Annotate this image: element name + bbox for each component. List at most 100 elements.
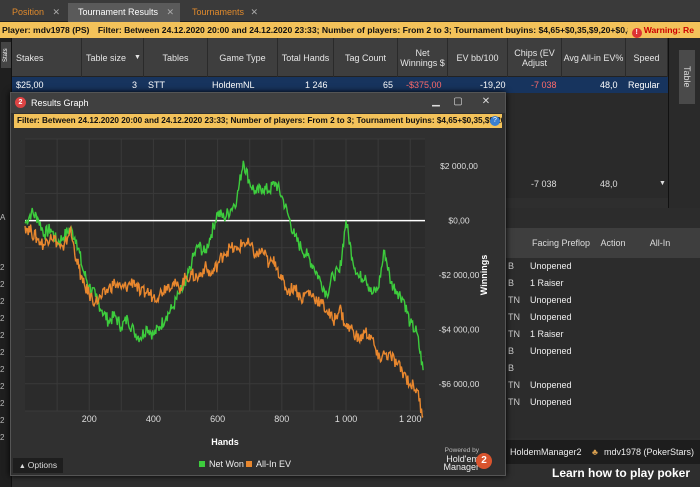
facing-cell: Unopened <box>530 261 572 271</box>
legend-allin-ev[interactable]: All-In EV <box>246 459 291 469</box>
warning-icon: ! <box>631 28 642 38</box>
status-bar: HoldemManager2 ♣ mdv1978 (PokerStars) <box>500 440 700 464</box>
collapse-icon: ▲ <box>18 463 28 470</box>
tab-label: Tournaments <box>192 7 245 17</box>
list-item[interactable]: B Unopened <box>500 258 670 275</box>
tab-tournament-results[interactable]: Tournament Results ✕ <box>68 3 180 22</box>
hm2-logo-icon: 2 <box>476 453 492 469</box>
filter-bar[interactable]: Player: mdv1978 (PS) Filter: Between 24.… <box>0 22 700 38</box>
maximize-icon[interactable]: ▢ <box>449 95 467 109</box>
cell-stakes: $25,00 <box>16 80 44 90</box>
chevron-down-icon[interactable]: ▼ <box>659 176 666 192</box>
col-tables[interactable]: Tables <box>144 38 208 77</box>
results-chart: 200 400 600 800 1 000 1 200 $2 000,00 $0,00 -$2 … <box>24 138 489 447</box>
list-item[interactable]: TN 1 Raiser <box>500 326 670 343</box>
player-icon: ♣ <box>592 447 598 457</box>
hands-table-header: Facing Preflop Action All-In <box>500 228 700 258</box>
filter-text: Filter: Between 24.12.2020 20:00 and 24.… <box>97 25 693 35</box>
hands-table: Facing Preflop Action All-In B Unopened B… <box>500 208 700 438</box>
cell-net-winnings: -$375,00 <box>406 80 442 90</box>
col-stakes[interactable]: Stakes <box>12 38 82 77</box>
cell-avg-allin-ev: 48,0 <box>600 80 618 90</box>
col-speed[interactable]: Speed <box>626 38 668 77</box>
facing-cell: Unopened <box>530 312 572 322</box>
close-icon[interactable]: ✕ <box>166 3 174 22</box>
col-all-in[interactable]: All-In <box>632 228 688 258</box>
minimize-icon[interactable]: ▁ <box>427 95 445 109</box>
tab-tournaments[interactable]: Tournaments ✕ <box>182 3 264 22</box>
list-item[interactable]: TN Unopened <box>500 394 670 411</box>
position-cell: TN <box>508 397 520 407</box>
col-action[interactable]: Action <box>596 228 630 258</box>
col-tag-count[interactable]: Tag Count <box>334 38 398 77</box>
facing-cell: 1 Raiser <box>530 278 564 288</box>
cell-total-hands: 1 246 <box>305 80 328 90</box>
app-name: HoldemManager2 <box>510 447 582 457</box>
y-axis-title: Winnings <box>479 255 489 295</box>
col-avg-allin-ev[interactable]: Avg All-in EV% <box>562 38 626 77</box>
cell-tables: STT <box>148 80 165 90</box>
options-button[interactable]: ▲ Options <box>13 458 63 473</box>
y-tick-label: -$2 000,00 <box>439 270 480 280</box>
col-table-size[interactable]: Table size ▼ <box>82 38 144 77</box>
help-icon[interactable]: ? <box>490 116 500 126</box>
player-label: Player: mdv1978 (PS) <box>2 25 90 35</box>
x-tick-label: 400 <box>146 414 161 424</box>
y-tick-label: -$6 000,00 <box>439 379 480 389</box>
list-item[interactable]: B 1 Raiser <box>500 275 670 292</box>
list-item[interactable]: TN Unopened <box>500 292 670 309</box>
cell-tag-count: 65 <box>383 80 394 90</box>
x-tick-label: 1 200 <box>399 414 422 424</box>
tab-label: Tournament Results <box>78 7 159 17</box>
list-item[interactable]: TN Unopened <box>500 377 670 394</box>
cell-chips-ev: -7 038 <box>531 80 557 90</box>
x-tick-label: 1 000 <box>335 414 358 424</box>
warning-label[interactable]: ! Warning: Re <box>627 22 694 38</box>
y-tick-label: $2 000,00 <box>440 161 478 171</box>
position-cell: B <box>508 363 515 373</box>
facing-cell: 1 Raiser <box>530 329 564 339</box>
results-graph-window: 2 Results Graph ▁ ▢ ✕ Filter: Between 24… <box>10 92 506 476</box>
position-cell: B <box>508 261 515 271</box>
sort-down-icon: ▼ <box>134 53 141 61</box>
x-tick-label: 200 <box>82 414 97 424</box>
facing-cell: Unopened <box>530 397 572 407</box>
position-cell: B <box>508 346 515 356</box>
table-side-tab[interactable]: Table <box>679 50 695 104</box>
y-tick-label: -$4 000,00 <box>439 324 480 334</box>
app-logo-icon: 2 <box>15 97 26 108</box>
col-game-type[interactable]: Game Type <box>208 38 278 77</box>
window-titlebar[interactable]: 2 Results Graph ▁ ▢ ✕ <box>11 93 505 113</box>
window-title: Results Graph <box>31 98 89 108</box>
total-avg-allin-ev: 48,0 <box>600 179 618 189</box>
stats-tab[interactable]: Stats <box>1 42 11 68</box>
position-cell: TN <box>508 380 520 390</box>
col-facing-preflop[interactable]: Facing Preflop <box>526 228 596 258</box>
close-icon[interactable]: ✕ <box>477 95 495 109</box>
table-header: Stakes Table size ▼ Tables Game Type Tota… <box>12 38 668 77</box>
legend-net-won[interactable]: Net Won <box>199 459 244 469</box>
position-cell: B <box>508 278 515 288</box>
close-icon[interactable]: ✕ <box>250 3 258 22</box>
list-item[interactable]: B Unopened <box>500 343 670 360</box>
legend-swatch <box>199 461 205 467</box>
table-row[interactable]: $25,00 3 STT HoldemNL 1 246 65 -$375,00 … <box>12 77 668 93</box>
x-axis-title: Hands <box>211 437 239 447</box>
graph-filter-bar[interactable]: Filter: Between 24.12.2020 20:00 and 24.… <box>14 114 502 128</box>
col-total-hands[interactable]: Total Hands <box>278 38 334 77</box>
player-name[interactable]: mdv1978 (PokerStars) <box>604 440 694 464</box>
col-chips-ev[interactable]: Chips (EV Adjust <box>508 38 562 77</box>
list-item[interactable]: TN Unopened <box>500 309 670 326</box>
y-tick-label: $0,00 <box>448 216 470 226</box>
x-tick-label: 600 <box>210 414 225 424</box>
total-chips-ev: -7 038 <box>531 179 557 189</box>
list-item[interactable]: B <box>500 360 670 377</box>
close-icon[interactable]: ✕ <box>52 3 60 22</box>
facing-cell: Unopened <box>530 346 572 356</box>
table-strip: Table <box>668 38 700 208</box>
tab-position[interactable]: Position ✕ <box>2 3 66 22</box>
position-cell: TN <box>508 295 520 305</box>
col-net-winnings[interactable]: Net Winnings $ <box>398 38 448 77</box>
col-ev-bb100[interactable]: EV bb/100 <box>448 38 508 77</box>
cell-table-size: 3 <box>132 80 138 90</box>
